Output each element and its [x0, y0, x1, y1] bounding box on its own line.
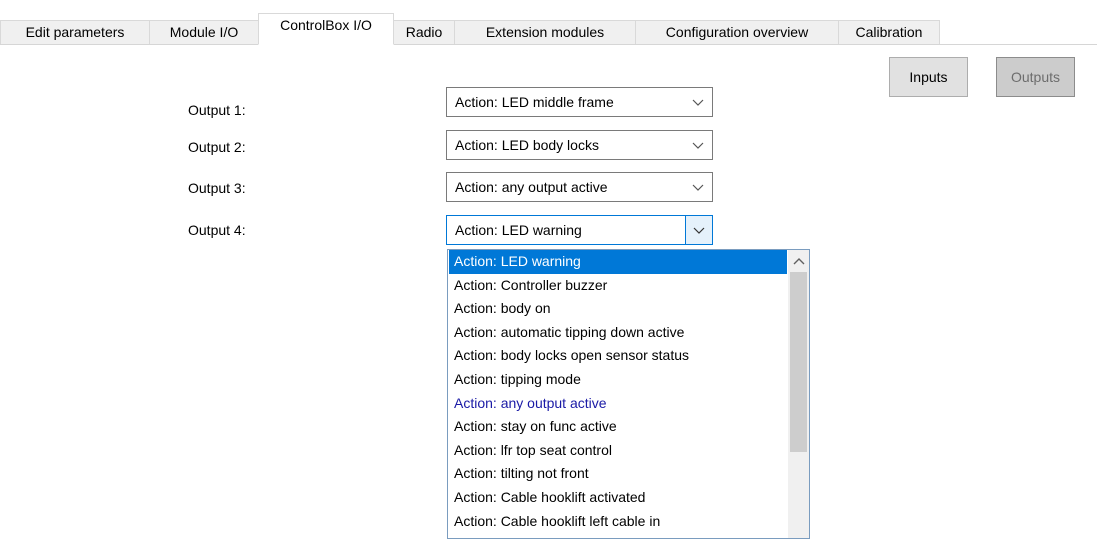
chevron-down-icon — [692, 99, 704, 106]
tab-strip: Edit parameters Module I/O ControlBox I/… — [0, 0, 1097, 46]
output-2-value: Action: LED body locks — [455, 137, 599, 153]
tab-label: Radio — [405, 24, 443, 40]
dropdown-option[interactable]: Action: Controller buzzer — [449, 274, 787, 298]
dropdown-option[interactable]: Action: tilting not front — [449, 462, 787, 486]
output-4-value: Action: LED warning — [455, 222, 582, 238]
tab-extension-modules[interactable]: Extension modules — [454, 20, 636, 44]
dropdown-toggle[interactable] — [685, 215, 713, 245]
dropdown-option[interactable]: Action: Cable hooklift left cable in — [449, 510, 787, 534]
output-3-value: Action: any output active — [455, 179, 608, 195]
tab-label: Calibration — [855, 24, 923, 40]
outputs-button-label: Outputs — [1010, 69, 1061, 85]
tab-radio[interactable]: Radio — [393, 20, 455, 44]
inputs-button[interactable]: Inputs — [889, 57, 968, 97]
tab-label: Edit parameters — [25, 24, 125, 40]
output-1-label: Output 1: — [188, 102, 246, 118]
dropdown-scrollbar[interactable] — [788, 250, 809, 538]
chevron-up-icon[interactable] — [793, 256, 805, 266]
dropdown-option[interactable]: Action: tipping mode — [449, 368, 787, 392]
output-4-select[interactable]: Action: LED warning — [446, 215, 713, 245]
scrollbar-thumb[interactable] — [790, 272, 807, 452]
dropdown-options: Action: LED warning Action: Controller b… — [449, 250, 787, 533]
output-3-label: Output 3: — [188, 180, 246, 196]
dropdown-option[interactable]: Action: stay on func active — [449, 415, 787, 439]
output-2-select[interactable]: Action: LED body locks — [446, 130, 713, 160]
chevron-down-icon — [692, 142, 704, 149]
dropdown-option[interactable]: Action: Cable hooklift activated — [449, 486, 787, 510]
tab-configuration-overview[interactable]: Configuration overview — [635, 20, 839, 44]
tab-module-io[interactable]: Module I/O — [149, 20, 259, 44]
output-2-label: Output 2: — [188, 139, 246, 155]
output-1-select[interactable]: Action: LED middle frame — [446, 87, 713, 117]
dropdown-option[interactable]: Action: automatic tipping down active — [449, 321, 787, 345]
chevron-down-icon — [693, 227, 705, 234]
tab-edit-parameters[interactable]: Edit parameters — [0, 20, 150, 44]
dropdown-option[interactable]: Action: body locks open sensor status — [449, 344, 787, 368]
outputs-button[interactable]: Outputs — [996, 57, 1075, 97]
output-1-value: Action: LED middle frame — [455, 94, 614, 110]
chevron-down-icon — [692, 184, 704, 191]
inputs-button-label: Inputs — [909, 69, 948, 85]
tab-label: Configuration overview — [665, 24, 809, 40]
tab-strip-baseline — [0, 44, 1097, 45]
dropdown-option[interactable]: Action: body on — [449, 297, 787, 321]
dropdown-option[interactable]: Action: LED warning — [449, 250, 787, 274]
output-3-select[interactable]: Action: any output active — [446, 172, 713, 202]
tab-label: Extension modules — [485, 24, 605, 40]
tab-controlbox-io[interactable]: ControlBox I/O — [258, 13, 394, 45]
output-4-label: Output 4: — [188, 222, 246, 238]
output-4-dropdown-list[interactable]: Action: LED warning Action: Controller b… — [447, 249, 810, 539]
tab-label: Module I/O — [169, 24, 239, 40]
dropdown-option[interactable]: Action: any output active — [449, 392, 787, 416]
tab-label: ControlBox I/O — [280, 17, 372, 33]
tab-calibration[interactable]: Calibration — [838, 20, 940, 44]
dropdown-option[interactable]: Action: lfr top seat control — [449, 439, 787, 463]
